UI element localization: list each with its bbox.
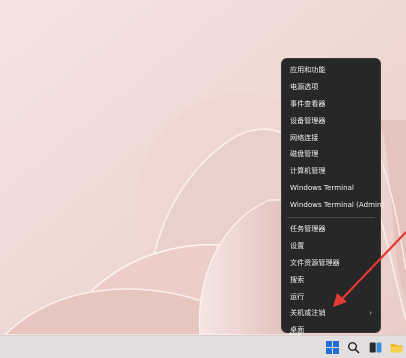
- winx-context-menu: 应用和功能 电源选项 事件查看器 设备管理器 网络连接 磁盘管理 计算机管理 W…: [281, 58, 384, 334]
- menu-item-disk-management[interactable]: 磁盘管理: [285, 146, 377, 163]
- menu-item-shutdown-label: 关机或注销: [290, 308, 326, 318]
- menu-item-run[interactable]: 运行: [285, 289, 377, 306]
- menu-item-computer-management[interactable]: 计算机管理: [285, 163, 377, 180]
- menu-item-file-explorer[interactable]: 文件资源管理器: [285, 255, 377, 272]
- file-explorer-icon[interactable]: [390, 341, 403, 354]
- menu-separator: [287, 217, 375, 219]
- menu-item-device-manager[interactable]: 设备管理器: [285, 113, 377, 130]
- task-view-icon[interactable]: [369, 341, 382, 354]
- windows-start-icon[interactable]: [326, 341, 339, 354]
- menu-item-search[interactable]: 搜索: [285, 272, 377, 289]
- menu-item-windows-terminal-admin[interactable]: Windows Terminal (Admin): [285, 197, 384, 214]
- search-icon[interactable]: [347, 341, 360, 354]
- menu-item-windows-terminal[interactable]: Windows Terminal: [285, 180, 377, 197]
- menu-item-apps-features[interactable]: 应用和功能: [285, 62, 377, 79]
- chevron-right-icon: ›: [369, 309, 372, 318]
- menu-item-task-manager[interactable]: 任务管理器: [285, 221, 377, 238]
- menu-item-network-connections[interactable]: 网络连接: [285, 130, 377, 147]
- menu-item-event-viewer[interactable]: 事件查看器: [285, 96, 377, 113]
- taskbar: [0, 335, 406, 358]
- menu-item-power-options[interactable]: 电源选项: [285, 79, 377, 96]
- menu-item-settings[interactable]: 设置: [285, 238, 377, 255]
- menu-item-shutdown-signout[interactable]: 关机或注销 ›: [285, 305, 377, 322]
